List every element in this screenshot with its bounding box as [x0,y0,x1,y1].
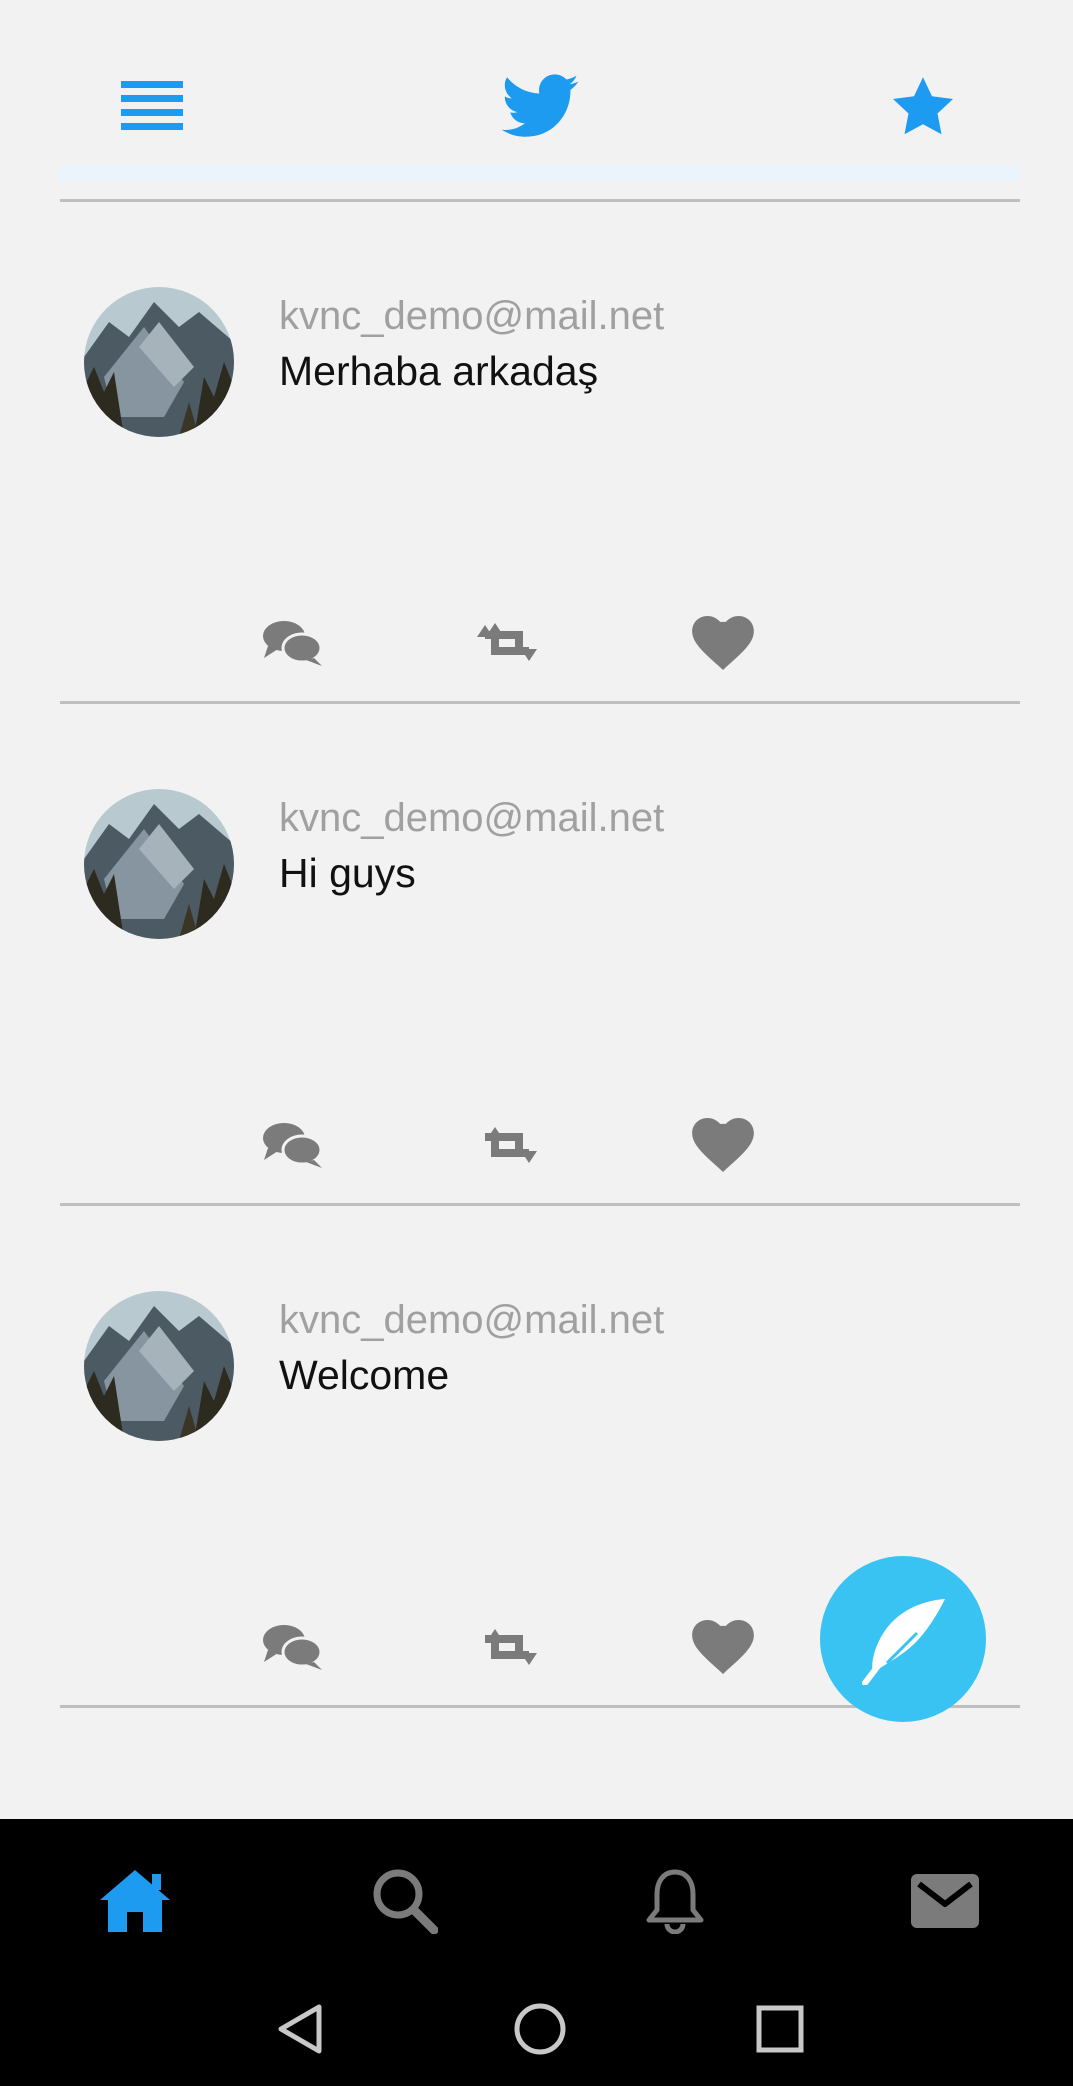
tweet-text: Hi guys [279,850,416,896]
star-button[interactable] [880,66,966,146]
system-home-button[interactable] [505,1994,575,2064]
mail-icon [911,1874,979,1928]
comment-icon [263,1625,323,1670]
tweet-author-email[interactable]: kvnc_demo@mail.net [279,796,664,841]
mountain-avatar-image [84,789,234,939]
nav-messages[interactable] [900,1856,990,1946]
retweet-button[interactable] [474,615,540,671]
heart-icon [692,1118,754,1172]
menu-button[interactable] [110,70,194,140]
reply-button[interactable] [260,1117,326,1173]
avatar[interactable] [84,1291,234,1441]
system-recents-button[interactable] [745,1994,815,2064]
system-back-button[interactable] [265,1994,335,2064]
bottom-navigation [0,1819,1073,2086]
avatar[interactable] [84,287,234,437]
retweet-icon [485,1629,537,1665]
twitter-bird-icon [501,74,579,137]
feather-icon [862,1599,945,1685]
comment-icon [263,1123,323,1168]
tweet-author-email[interactable]: kvnc_demo@mail.net [279,294,664,339]
tweet-text: Merhaba arkadaş [279,348,599,394]
tweet-card[interactable]: kvnc_demo@mail.net Hi guys [0,704,1073,1206]
star-icon [893,77,953,135]
like-button[interactable] [690,615,756,671]
search-icon [373,1869,438,1934]
reply-button[interactable] [260,615,326,671]
home-circle-icon [514,2003,566,2055]
mountain-avatar-image [84,287,234,437]
top-app-bar [0,0,1073,170]
retweet-button[interactable] [474,1619,540,1675]
retweet-icon [477,623,537,661]
nav-notifications[interactable] [630,1856,720,1946]
like-button[interactable] [690,1619,756,1675]
twitter-logo [490,66,590,146]
tweet-text: Welcome [279,1352,450,1398]
like-button[interactable] [690,1117,756,1173]
mountain-avatar-image [84,1291,234,1441]
nav-home[interactable] [90,1856,180,1946]
nav-search[interactable] [360,1856,450,1946]
comment-icon [263,621,323,666]
recents-icon [756,2005,804,2053]
bell-icon [646,1869,704,1934]
avatar[interactable] [84,789,234,939]
home-icon [100,1870,170,1932]
tweet-card[interactable]: kvnc_demo@mail.net Merhaba arkadaş [0,202,1073,704]
tweet-feed: kvnc_demo@mail.net Merhaba arkadaş kvnc_… [0,202,1073,1708]
header-strip [60,166,1020,180]
compose-tweet-button[interactable] [820,1556,986,1722]
back-icon [278,2004,322,2054]
retweet-icon [485,1127,537,1163]
heart-icon [692,1620,754,1674]
retweet-button[interactable] [474,1117,540,1173]
reply-button[interactable] [260,1619,326,1675]
heart-icon [692,616,754,670]
tweet-author-email[interactable]: kvnc_demo@mail.net [279,1298,664,1343]
hamburger-menu-icon [121,81,183,130]
